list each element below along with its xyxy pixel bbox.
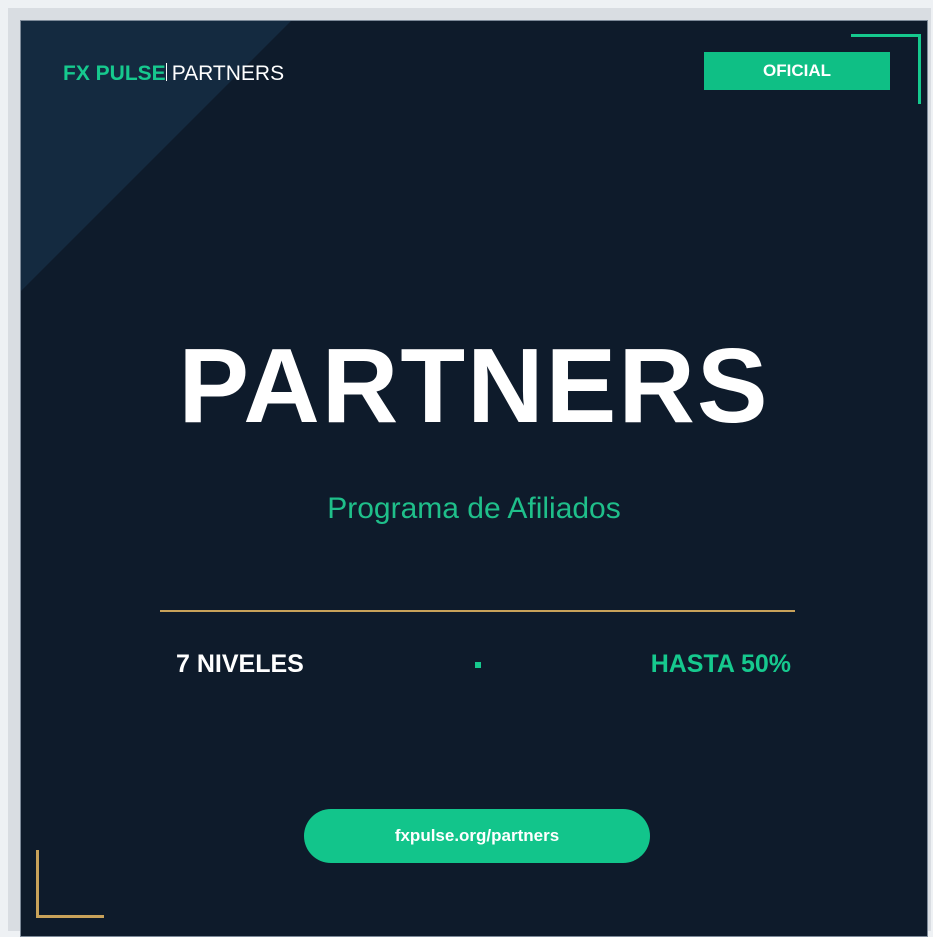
page-title: PARTNERS bbox=[178, 327, 770, 445]
corner-bracket-bottom-left-horizontal bbox=[36, 915, 104, 918]
brand-logo: FX PULSE PARTNERS bbox=[63, 59, 284, 89]
brand-separator bbox=[165, 63, 167, 81]
corner-bracket-bottom-left bbox=[36, 850, 39, 918]
separator-dot-icon bbox=[475, 662, 481, 668]
divider-line bbox=[160, 610, 795, 612]
official-badge: OFICIAL bbox=[704, 52, 890, 90]
levels-stat: 7 NIVELES bbox=[176, 650, 304, 678]
outer-frame: FX PULSE PARTNERS OFICIAL PARTNERS Progra… bbox=[8, 8, 931, 937]
corner-bracket-top-right bbox=[851, 34, 921, 37]
promo-card: FX PULSE PARTNERS OFICIAL PARTNERS Progra… bbox=[20, 20, 928, 937]
partners-link-button[interactable]: fxpulse.org/partners bbox=[304, 809, 650, 863]
corner-bracket-top-right-vertical bbox=[918, 34, 921, 104]
brand-subtitle: PARTNERS bbox=[171, 62, 285, 85]
page-subtitle: Programa de Afiliados bbox=[327, 492, 621, 525]
commission-stat: HASTA 50% bbox=[650, 650, 791, 678]
brand-name: FX PULSE bbox=[63, 62, 166, 85]
